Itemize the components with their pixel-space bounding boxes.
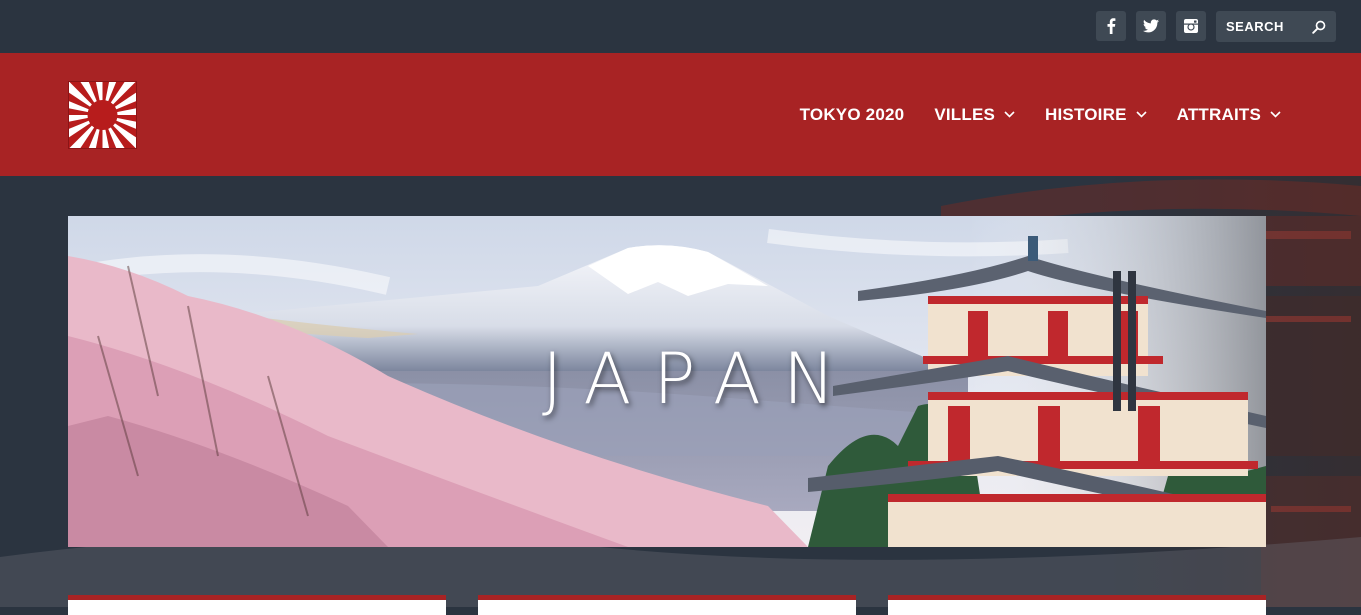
hero-banner-image: JAPAN xyxy=(68,216,1266,547)
chevron-down-icon xyxy=(1136,111,1147,118)
nav-item-attraits[interactable]: ATTRAITS xyxy=(1177,105,1281,125)
facebook-icon[interactable] xyxy=(1096,11,1126,41)
main-nav: TOKYO 2020 VILLES HISTOIRE ATTRAITS xyxy=(770,53,1281,176)
nav-item-label: HISTOIRE xyxy=(1045,104,1127,124)
nav-item-villes[interactable]: VILLES xyxy=(934,105,1015,125)
instagram-icon[interactable] xyxy=(1176,11,1206,41)
rising-sun-flag-icon[interactable] xyxy=(68,81,137,149)
site-header: TOKYO 2020 VILLES HISTOIRE ATTRAITS xyxy=(0,53,1361,176)
nav-item-tokyo-2020[interactable]: TOKYO 2020 xyxy=(800,105,905,125)
nav-item-label: VILLES xyxy=(934,104,996,124)
top-bar xyxy=(0,0,1361,53)
content-card[interactable] xyxy=(888,595,1266,615)
chevron-down-icon xyxy=(1270,111,1281,118)
nav-item-label: ATTRAITS xyxy=(1176,104,1261,124)
content-card[interactable] xyxy=(478,595,856,615)
nav-item-label: TOKYO 2020 xyxy=(799,104,905,124)
search-icon[interactable] xyxy=(1310,18,1328,36)
search-box xyxy=(1216,11,1336,42)
content-card[interactable] xyxy=(68,595,446,615)
search-input[interactable] xyxy=(1216,11,1308,42)
chevron-down-icon xyxy=(1004,111,1015,118)
twitter-icon[interactable] xyxy=(1136,11,1166,41)
nav-item-histoire[interactable]: HISTOIRE xyxy=(1045,105,1147,125)
banner-title: JAPAN xyxy=(542,338,858,420)
